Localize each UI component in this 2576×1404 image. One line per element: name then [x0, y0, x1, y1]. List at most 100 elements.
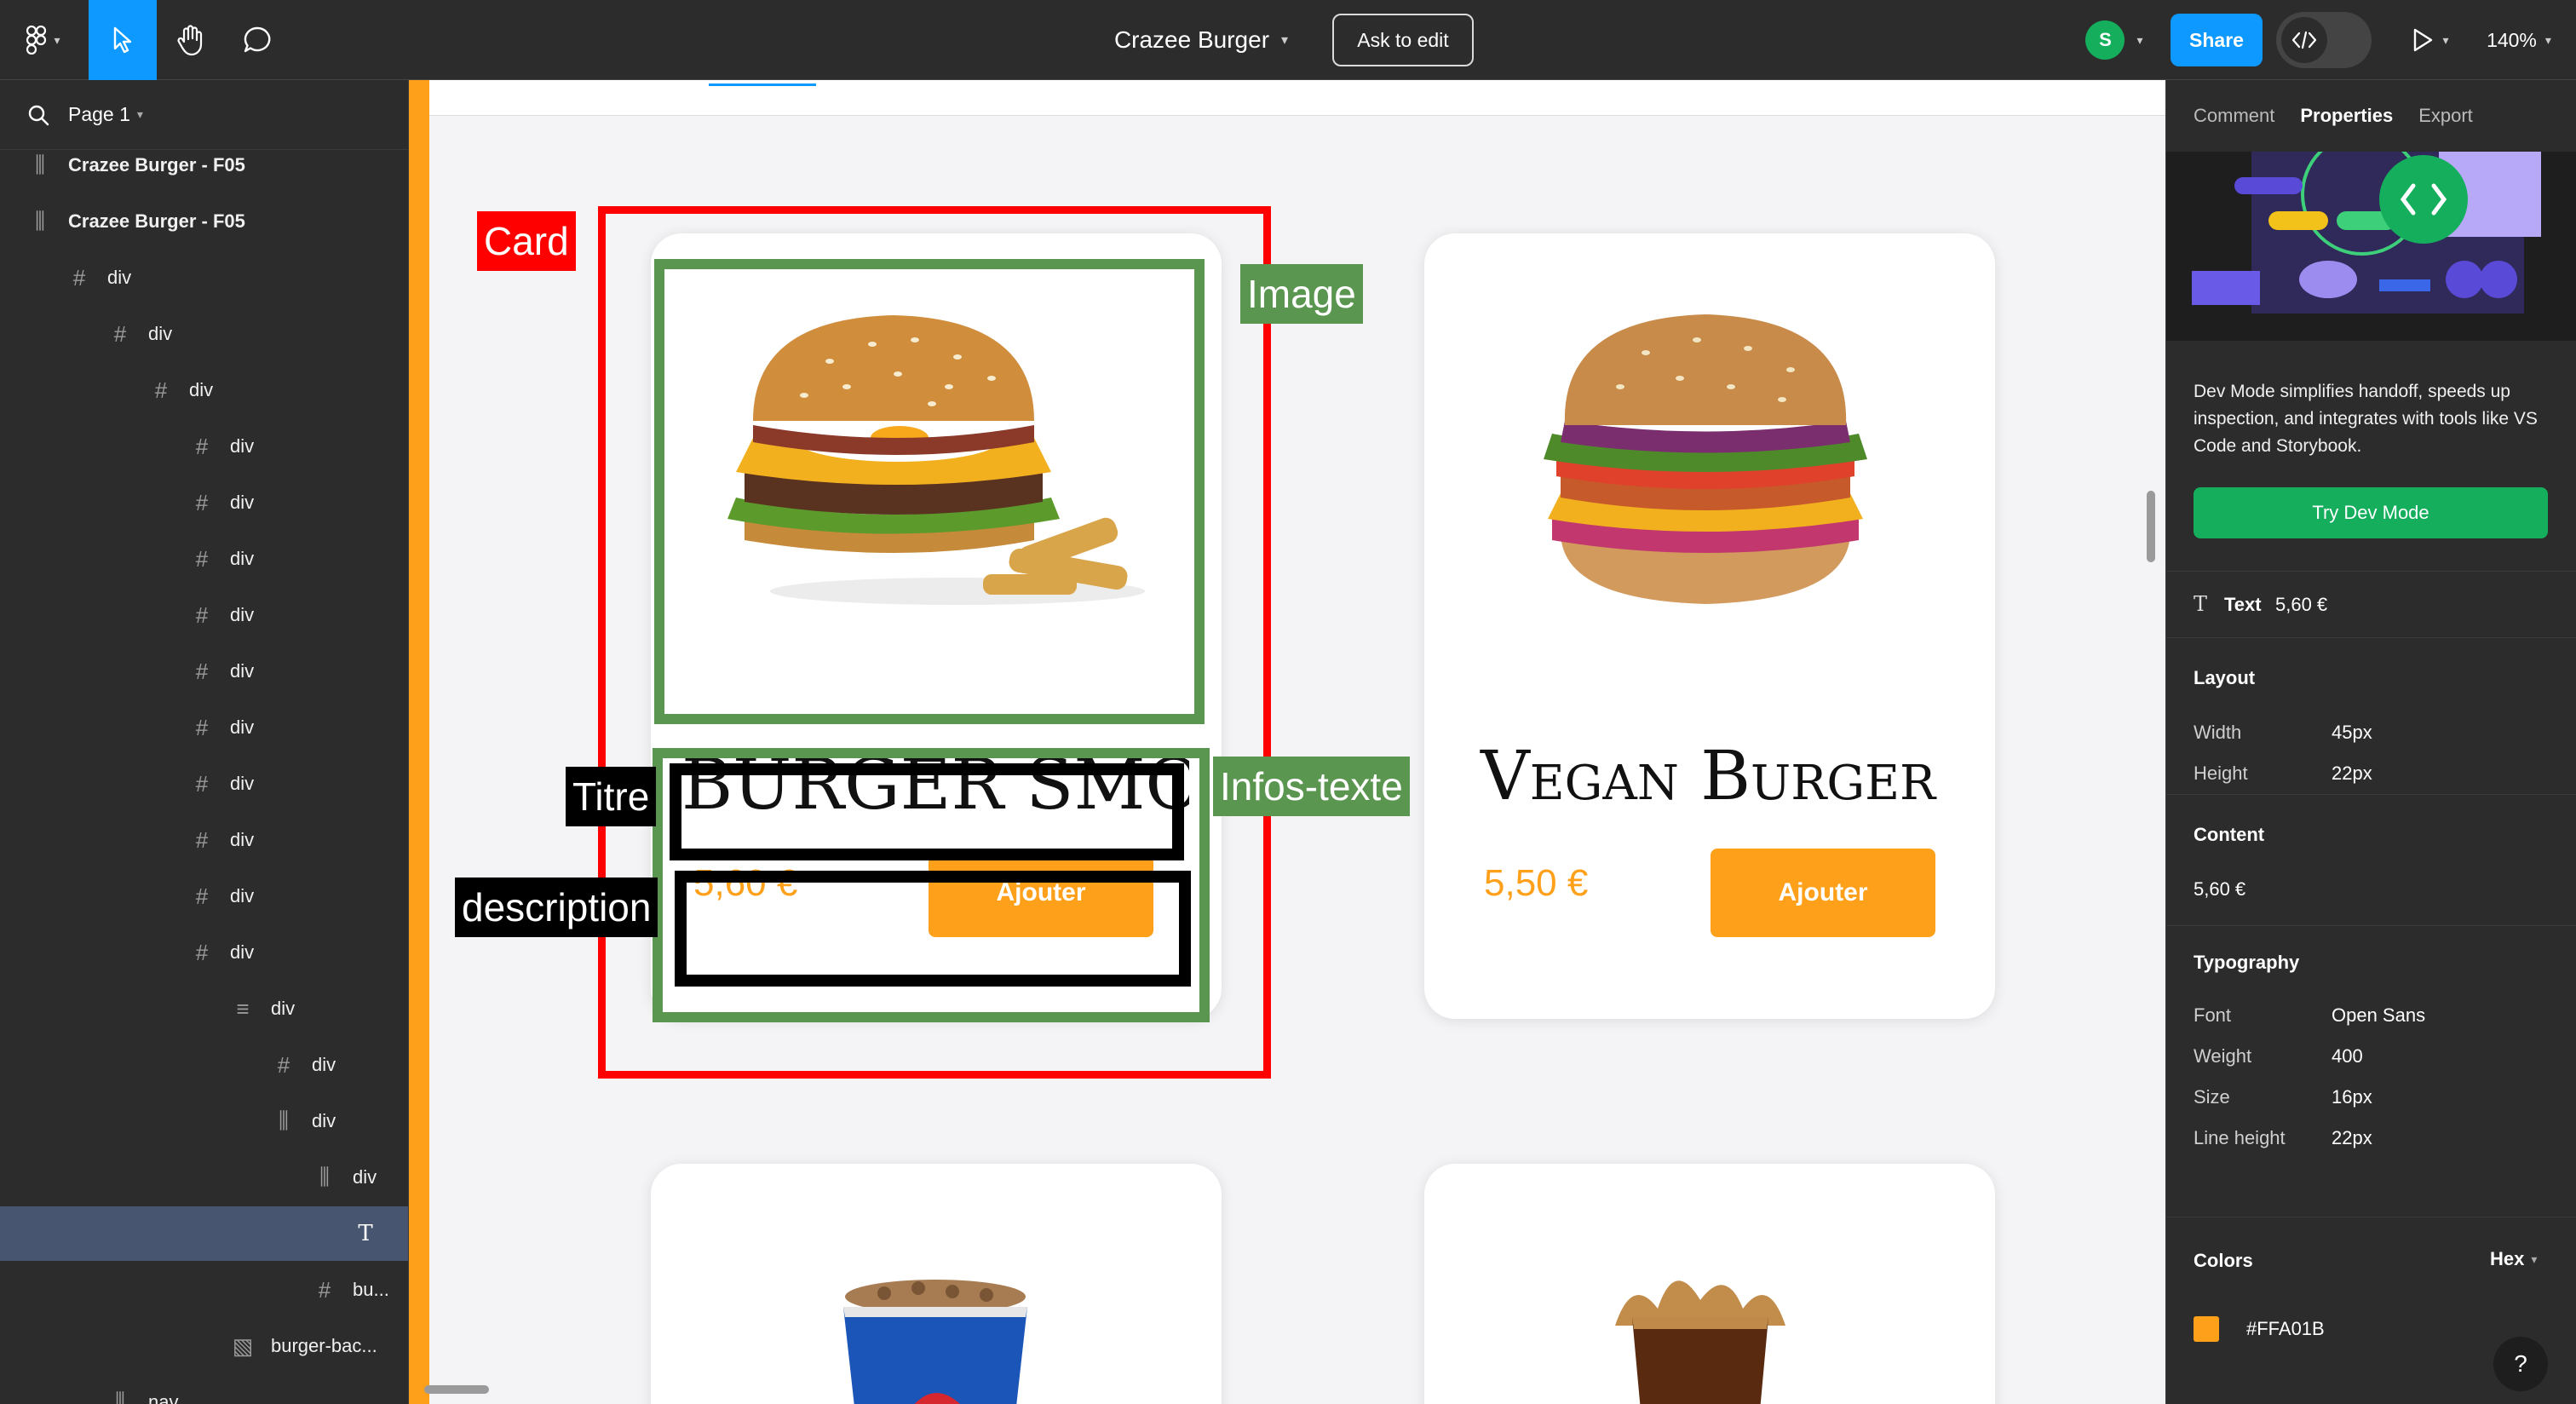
size-value[interactable]: 16px	[2332, 1086, 2372, 1108]
image-annotation-label: Image	[1240, 264, 1363, 324]
soda-cup-image	[843, 1280, 1027, 1404]
layer-row[interactable]: # div	[0, 700, 408, 755]
layer-row[interactable]: # div	[0, 925, 408, 980]
layer-row[interactable]: ⫼ nav	[0, 1375, 408, 1404]
product-card[interactable]	[651, 1164, 1222, 1404]
tab-comment[interactable]: Comment	[2194, 105, 2274, 127]
layer-label: div	[230, 492, 255, 513]
design-canvas[interactable]: BURGER SMOKE BBQ 5,60 € Ajouter	[409, 80, 2165, 1404]
zoom-menu[interactable]: 140% ▾	[2472, 19, 2566, 61]
layout-section: Layout Width 45px Height 22px	[2166, 637, 2576, 794]
image-icon: ▧	[232, 1332, 254, 1359]
hash-icon: #	[195, 770, 209, 797]
typography-section: Typography Font Open Sans Weight 400 Siz…	[2166, 925, 2576, 1217]
width-value[interactable]: 45px	[2332, 722, 2372, 744]
height-value[interactable]: 22px	[2332, 762, 2372, 785]
hand-tool-button[interactable]	[165, 19, 216, 61]
file-title[interactable]: Crazee Burger ▾	[1099, 19, 1303, 61]
chevron-down-icon: ▾	[54, 32, 60, 47]
line-height-value[interactable]: 22px	[2332, 1127, 2372, 1149]
content-value[interactable]: 5,60 €	[2194, 878, 2245, 901]
help-icon: ?	[2514, 1350, 2527, 1377]
hash-icon: #	[195, 489, 209, 515]
main-menu-button[interactable]: ▾	[15, 19, 72, 61]
layer-label: div	[189, 379, 214, 400]
try-dev-mode-button[interactable]: Try Dev Mode	[2194, 487, 2548, 538]
content-title: Content	[2194, 824, 2265, 845]
hash-icon: #	[195, 883, 209, 909]
tab-export[interactable]: Export	[2418, 105, 2473, 127]
layer-row[interactable]: # div	[0, 869, 408, 924]
layer-row[interactable]: # div	[0, 1038, 408, 1092]
columns-icon: ⫼	[319, 1164, 330, 1189]
chevron-down-icon: ▾	[1281, 33, 1289, 48]
colors-section: Colors Hex ▾ #FFA01B ?	[2166, 1217, 2576, 1404]
dev-mode-promo-text: Dev Mode simplifies handoff, speeds up i…	[2194, 382, 2538, 456]
product-card[interactable]	[1424, 1164, 1995, 1404]
layer-label: div	[271, 998, 296, 1019]
selection-value: 5,60 €	[2275, 594, 2328, 615]
present-button[interactable]: ▾	[2401, 19, 2460, 61]
orange-frame-edge	[409, 80, 429, 1404]
layer-label: div	[230, 885, 255, 906]
top-toolbar: ▾ Crazee Burger ▾ Ask to edit S ▾ Share …	[0, 0, 2576, 80]
layer-row[interactable]: # div	[0, 532, 408, 586]
search-icon[interactable]	[27, 104, 49, 126]
layer-row[interactable]: ▧ burger-bac...	[0, 1319, 408, 1373]
ask-to-edit-button[interactable]: Ask to edit	[1332, 14, 1474, 66]
layer-row[interactable]: # bu...	[0, 1263, 408, 1317]
zoom-level: 140%	[2487, 28, 2537, 51]
size-label: Size	[2194, 1086, 2230, 1108]
font-value[interactable]: Open Sans	[2332, 1004, 2425, 1027]
description-annotation-box	[675, 871, 1191, 987]
layer-row[interactable]: # div	[0, 588, 408, 642]
layer-row[interactable]: ≡ div	[0, 981, 408, 1036]
tab-properties[interactable]: Properties	[2300, 105, 2393, 127]
layer-label: div	[230, 829, 255, 850]
layer-row[interactable]: # div	[0, 250, 408, 305]
color-format-select[interactable]: Hex ▾	[2490, 1248, 2537, 1270]
product-card[interactable]: Vegan Burger 5,50 € Ajouter	[1424, 233, 1995, 1019]
chevron-down-icon: ▾	[136, 107, 143, 121]
layer-row[interactable]: ⫼ Crazee Burger - F05	[0, 194, 408, 249]
color-hex-value[interactable]: #FFA01B	[2246, 1318, 2325, 1340]
layer-row[interactable]: ⫼ div	[0, 1094, 408, 1148]
move-tool-button[interactable]	[89, 0, 157, 80]
hash-icon: #	[113, 320, 127, 347]
horizontal-scrollbar[interactable]	[424, 1385, 489, 1394]
dev-mode-knob	[2281, 17, 2327, 63]
comment-tool-button[interactable]	[232, 19, 283, 61]
vertical-scrollbar[interactable]	[2147, 491, 2155, 562]
help-button[interactable]: ?	[2493, 1337, 2548, 1391]
layer-row[interactable]: # div	[0, 307, 408, 361]
layer-label: burger-bac...	[271, 1335, 377, 1356]
hash-icon: #	[195, 545, 209, 572]
weight-value[interactable]: 400	[2332, 1045, 2363, 1067]
layout-title: Layout	[2194, 667, 2256, 688]
layer-row[interactable]: # div	[0, 644, 408, 699]
layer-row[interactable]: ⫼ Crazee Burger - F05	[0, 138, 408, 193]
hash-icon: #	[195, 601, 209, 628]
comment-icon	[244, 26, 271, 53]
layer-row[interactable]: # div	[0, 813, 408, 867]
layer-label: div	[230, 941, 255, 963]
user-menu[interactable]: S ▾	[2072, 19, 2157, 61]
layer-label: div	[353, 1166, 377, 1188]
dev-mode-toggle[interactable]	[2276, 12, 2372, 68]
card-title: Vegan Burger	[1481, 736, 1936, 815]
share-button[interactable]: Share	[2171, 14, 2263, 66]
line-height-label: Line height	[2194, 1127, 2286, 1148]
layer-row[interactable]: # div	[0, 757, 408, 811]
layer-row[interactable]: # div	[0, 475, 408, 530]
layers-panel: Page 1 ▾ ⫼ Crazee Burger - F05 ⫼ Crazee Bur…	[0, 80, 409, 1404]
layer-row[interactable]: T	[0, 1206, 408, 1261]
color-swatch[interactable]	[2194, 1316, 2219, 1342]
layer-row[interactable]: # div	[0, 363, 408, 417]
layer-label: div	[230, 435, 255, 457]
layer-label: div	[230, 548, 255, 569]
layer-row[interactable]: ⫼ div	[0, 1150, 408, 1205]
layer-label: Crazee Burger - F05	[68, 154, 245, 176]
layer-row[interactable]: # div	[0, 419, 408, 474]
layer-label: div	[107, 267, 132, 288]
add-to-cart-button[interactable]: Ajouter	[1711, 849, 1935, 937]
